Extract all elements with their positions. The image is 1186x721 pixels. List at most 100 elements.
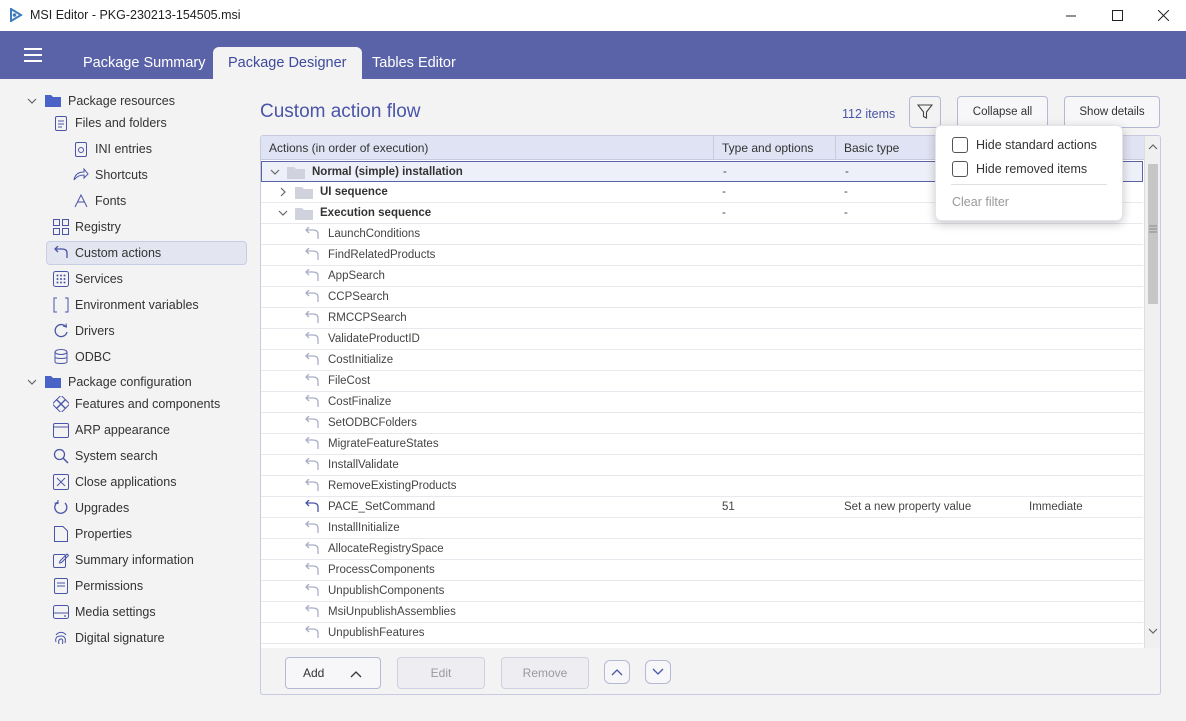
column-header-actions[interactable]: Actions (in order of execution) bbox=[261, 136, 714, 160]
upgrade-cycle-icon bbox=[53, 500, 69, 516]
custom-action-icon bbox=[305, 416, 319, 428]
scroll-grip-icon bbox=[1149, 225, 1157, 233]
table-row[interactable]: FindRelatedProducts bbox=[261, 245, 1143, 266]
table-row[interactable]: InstallValidate bbox=[261, 455, 1143, 476]
remove-button[interactable]: Remove bbox=[501, 657, 589, 689]
table-row[interactable]: CostInitialize bbox=[261, 350, 1143, 371]
move-up-button[interactable] bbox=[604, 660, 630, 684]
row-basic-type: - bbox=[844, 186, 848, 198]
minimize-button[interactable] bbox=[1048, 0, 1094, 31]
checkbox-box[interactable] bbox=[952, 137, 968, 153]
hide-removed-items-checkbox[interactable]: Hide removed items bbox=[952, 160, 1087, 178]
custom-action-icon bbox=[305, 332, 319, 344]
sidebar-item-label: Features and components bbox=[75, 397, 221, 411]
sidebar-item-services[interactable]: Services bbox=[53, 267, 243, 291]
row-name: CostInitialize bbox=[328, 354, 394, 366]
header-bar: Package Summary Package Designer Tables … bbox=[0, 31, 1186, 79]
sidebar-item-close-applications[interactable]: Close applications bbox=[53, 470, 243, 494]
folder-icon bbox=[45, 374, 61, 391]
sidebar-item-drivers[interactable]: Drivers bbox=[53, 319, 243, 343]
show-details-button[interactable]: Show details bbox=[1064, 96, 1160, 128]
sidebar-item-permissions[interactable]: Permissions bbox=[53, 574, 243, 598]
row-name: InstallInitialize bbox=[328, 522, 400, 534]
move-down-button[interactable] bbox=[645, 660, 671, 684]
custom-action-icon bbox=[305, 374, 319, 386]
sidebar-item-upgrades[interactable]: Upgrades bbox=[53, 496, 243, 520]
table-row[interactable]: LaunchConditions bbox=[261, 224, 1143, 245]
maximize-button[interactable] bbox=[1094, 0, 1140, 31]
filter-button[interactable] bbox=[909, 96, 941, 128]
table-row[interactable]: ProcessComponents bbox=[261, 560, 1143, 581]
tab-tables-editor[interactable]: Tables Editor bbox=[357, 47, 471, 79]
sidebar-item-label: Shortcuts bbox=[95, 168, 148, 182]
folder-icon bbox=[45, 93, 61, 110]
folder-icon bbox=[295, 208, 313, 220]
scroll-up-icon[interactable] bbox=[1148, 143, 1158, 151]
properties-doc-icon bbox=[53, 526, 69, 542]
table-row[interactable]: UnpublishComponents bbox=[261, 581, 1143, 602]
sidebar-item-registry[interactable]: Registry bbox=[53, 215, 243, 239]
sidebar-group-configuration[interactable]: Package configuration bbox=[26, 370, 246, 394]
sidebar-item-environment-variables[interactable]: Environment variables bbox=[53, 293, 243, 317]
sidebar-item-odbc[interactable]: ODBC bbox=[53, 345, 243, 369]
column-header-type[interactable]: Type and options bbox=[714, 136, 836, 160]
table-row[interactable]: ValidateProductID bbox=[261, 329, 1143, 350]
table-row[interactable]: SetODBCFolders bbox=[261, 413, 1143, 434]
table-row[interactable]: RMCCPSearch bbox=[261, 308, 1143, 329]
table-row[interactable]: MigrateFeatureStates bbox=[261, 434, 1143, 455]
title-bar: MSI Editor - PKG-230213-154505.msi bbox=[0, 0, 1186, 31]
sidebar-item-label: Registry bbox=[75, 220, 121, 234]
table-row[interactable]: AllocateRegistrySpace bbox=[261, 539, 1143, 560]
hide-standard-actions-checkbox[interactable]: Hide standard actions bbox=[952, 136, 1097, 154]
table-row[interactable]: CCPSearch bbox=[261, 287, 1143, 308]
table-row[interactable]: RemoveExistingProducts bbox=[261, 476, 1143, 497]
sidebar-item-summary-information[interactable]: Summary information bbox=[53, 548, 243, 572]
table-row[interactable]: FileCost bbox=[261, 371, 1143, 392]
table-row[interactable]: PACE_SetCommand 51 Set a new property valu… bbox=[261, 497, 1143, 518]
row-type: 51 bbox=[722, 501, 735, 513]
add-button[interactable]: Add bbox=[285, 657, 381, 689]
custom-action-icon bbox=[305, 458, 319, 470]
table-row[interactable]: MsiUnpublishAssemblies bbox=[261, 602, 1143, 623]
sidebar-item-digital-signature[interactable]: Digital signature bbox=[53, 626, 243, 650]
sidebar-item-custom-actions[interactable]: Custom actions bbox=[46, 241, 247, 265]
sidebar-item-system-search[interactable]: System search bbox=[53, 444, 243, 468]
tab-package-summary[interactable]: Package Summary bbox=[68, 47, 221, 79]
table-row[interactable]: UnpublishFeatures bbox=[261, 623, 1143, 644]
vertical-scrollbar[interactable] bbox=[1144, 136, 1160, 694]
scroll-down-icon[interactable] bbox=[1148, 627, 1158, 635]
table-row[interactable]: AppSearch bbox=[261, 266, 1143, 287]
bottom-toolbar: Add Edit Remove bbox=[260, 648, 1161, 695]
scrollbar-thumb[interactable] bbox=[1148, 164, 1158, 304]
row-name: UnpublishFeatures bbox=[328, 627, 425, 639]
close-window-button[interactable] bbox=[1140, 0, 1186, 31]
sidebar-item-label: Environment variables bbox=[75, 298, 199, 312]
chevron-right-icon bbox=[280, 187, 286, 197]
sidebar-item-ini-entries[interactable]: INI entries bbox=[73, 137, 243, 161]
arrow-up-icon bbox=[611, 669, 623, 676]
row-name: MsiUnpublishAssemblies bbox=[328, 606, 456, 618]
collapse-all-button[interactable]: Collapse all bbox=[957, 96, 1048, 128]
hamburger-menu-icon[interactable] bbox=[24, 48, 42, 62]
row-name: ProcessComponents bbox=[328, 564, 435, 576]
chevron-down-icon bbox=[27, 98, 37, 104]
clear-filter-link[interactable]: Clear filter bbox=[952, 195, 1009, 209]
sidebar-item-media-settings[interactable]: Media settings bbox=[53, 600, 243, 624]
checkbox-box[interactable] bbox=[952, 161, 968, 177]
sidebar-item-features-and-components[interactable]: Features and components bbox=[53, 392, 243, 416]
sidebar-item-properties[interactable]: Properties bbox=[53, 522, 243, 546]
checkbox-label: Hide removed items bbox=[976, 162, 1088, 176]
custom-action-icon bbox=[305, 605, 319, 617]
sidebar-item-files-and-folders[interactable]: Files and folders bbox=[53, 111, 243, 135]
sidebar-item-fonts[interactable]: Fonts bbox=[73, 189, 243, 213]
edit-button[interactable]: Edit bbox=[397, 657, 485, 689]
tab-package-designer[interactable]: Package Designer bbox=[213, 47, 362, 79]
table-row[interactable]: CostFinalize bbox=[261, 392, 1143, 413]
sidebar-item-arp-appearance[interactable]: ARP appearance bbox=[53, 418, 243, 442]
sidebar-group-resources[interactable]: Package resources bbox=[26, 89, 246, 113]
table-row[interactable]: InstallInitialize bbox=[261, 518, 1143, 539]
row-name: SetODBCFolders bbox=[328, 417, 417, 429]
sidebar-item-shortcuts[interactable]: Shortcuts bbox=[73, 163, 243, 187]
row-name: AppSearch bbox=[328, 270, 385, 282]
custom-action-icon bbox=[305, 500, 319, 512]
